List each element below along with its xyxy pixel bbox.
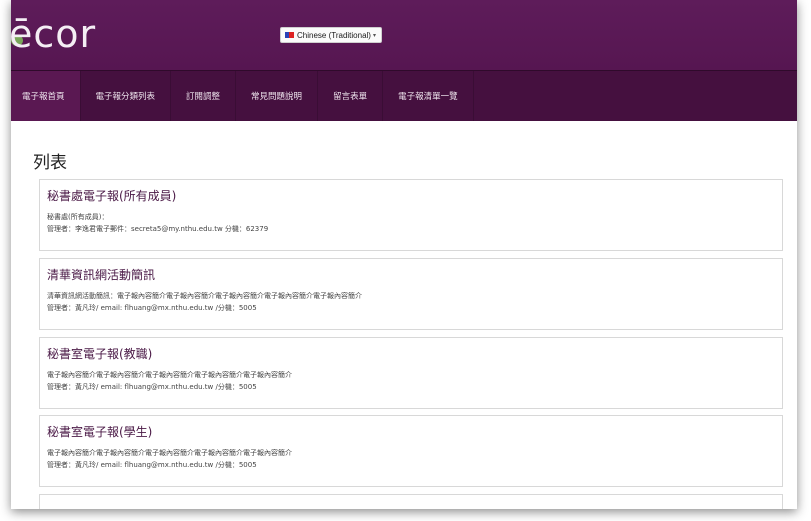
newsletter-title-link[interactable]: 秘書室電子報(學生) — [47, 423, 152, 440]
nav-item-faq[interactable]: 常見問題說明 — [236, 71, 319, 121]
site-logo[interactable]: ēcor — [11, 12, 96, 56]
newsletter-description: 電子報內容簡介電子報內容簡介電子報內容簡介電子報內容簡介電子報內容簡介 — [47, 449, 292, 457]
newsletter-admin: 管理者：黃凡玲/ email: flhuang@mx.nthu.edu.tw /… — [47, 383, 257, 391]
chevron-down-icon: ▾ — [372, 32, 376, 39]
nav-item-subscription[interactable]: 訂閱調整 — [171, 71, 237, 121]
newsletter-description: 電子報內容簡介電子報內容簡介電子報內容簡介電子報內容簡介電子報內容簡介 — [47, 371, 292, 379]
newsletter-description: 清華資訊網活動簡訊：電子報內容簡介電子報內容簡介電子報內容簡介電子報內容簡介電子… — [47, 292, 362, 300]
browser-page: ēcor Chinese (Traditional) ▾ 電子報首頁 電子報分類… — [11, 0, 797, 509]
taiwan-flag-icon — [285, 32, 294, 38]
language-select-value: Chinese (Traditional) — [297, 30, 371, 40]
newsletter-card: 秘書室電子報(教職) 電子報內容簡介電子報內容簡介電子報內容簡介電子報內容簡介電… — [39, 337, 783, 409]
newsletter-title-link[interactable]: 秘書室電子報(教職) — [47, 345, 152, 362]
main-nav: 電子報首頁 電子報分類列表 訂閱調整 常見問題說明 留言表單 電子報清單一覽 — [11, 70, 797, 121]
newsletter-title-link[interactable]: 秘書處電子報(所有成員) — [47, 187, 176, 204]
newsletter-card: 秘書室電子報(學生) 電子報內容簡介電子報內容簡介電子報內容簡介電子報內容簡介電… — [39, 415, 783, 487]
newsletter-title-link[interactable]: 清華資訊網活動簡訊 — [47, 266, 155, 283]
language-select[interactable]: Chinese (Traditional) ▾ — [280, 27, 382, 43]
newsletter-admin: 管理者：黃凡玲/ email: flhuang@mx.nthu.edu.tw /… — [47, 461, 257, 469]
nav-item-newsletter-list[interactable]: 電子報清單一覽 — [383, 71, 474, 121]
newsletter-card: 清華資訊網活動簡訊 清華資訊網活動簡訊：電子報內容簡介電子報內容簡介電子報內容簡… — [39, 258, 783, 330]
newsletter-card-partial — [39, 494, 783, 509]
newsletter-description: 秘書處(所有成員)： — [47, 213, 109, 221]
nav-item-home[interactable]: 電子報首頁 — [11, 71, 81, 121]
page-title: 列表 — [33, 153, 67, 173]
nav-item-message-form[interactable]: 留言表單 — [318, 71, 384, 121]
newsletter-admin: 管理者：黃凡玲/ email: flhuang@mx.nthu.edu.tw /… — [47, 304, 257, 312]
newsletter-card: 秘書處電子報(所有成員) 秘書處(所有成員)： 管理者：李逸君電子郵件：secr… — [39, 179, 783, 251]
nav-item-categories[interactable]: 電子報分類列表 — [81, 71, 172, 121]
newsletter-admin: 管理者：李逸君電子郵件：secreta5@my.nthu.edu.tw 分機：6… — [47, 225, 269, 233]
site-header: ēcor Chinese (Traditional) ▾ — [11, 0, 797, 70]
